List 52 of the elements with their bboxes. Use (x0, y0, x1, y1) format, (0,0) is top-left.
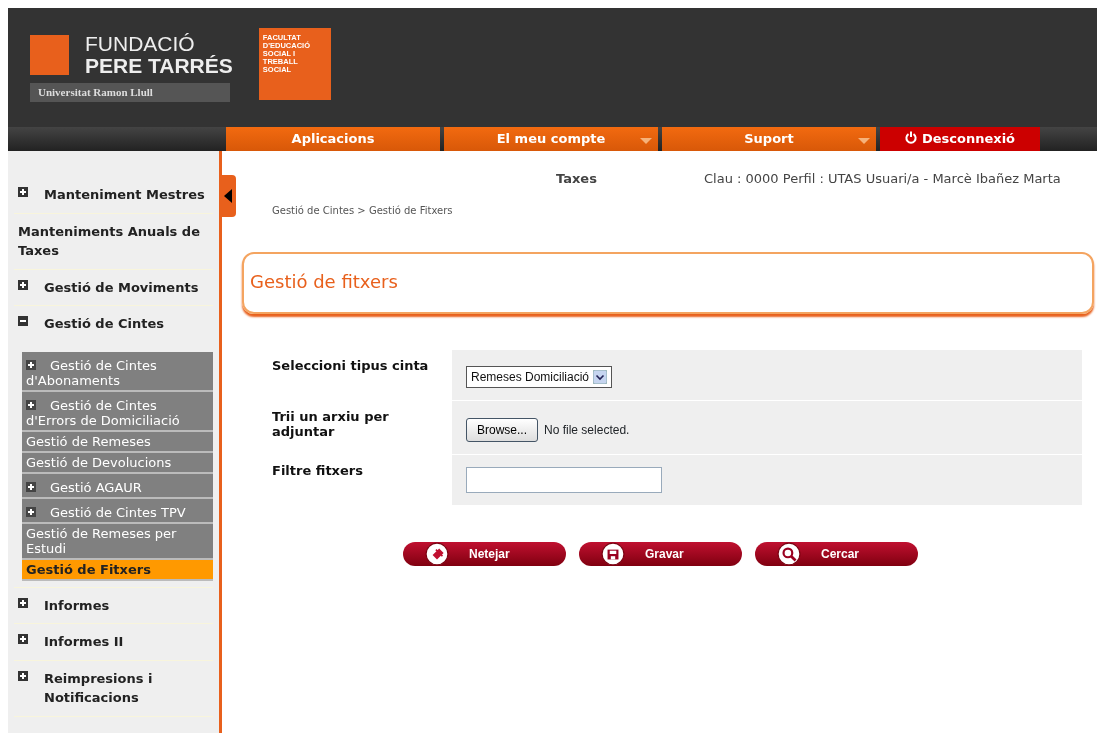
sidebar-item[interactable]: Reimpresions i Notificacions (44, 668, 209, 708)
page-title: Taxes (556, 170, 598, 188)
sidebar-item[interactable]: Manteniment Mestres (44, 185, 205, 205)
section-title: Gestió de fitxers (242, 251, 1094, 314)
eraser-icon (425, 541, 449, 566)
sidebar-toggle[interactable] (222, 175, 236, 217)
select-field[interactable]: Remeses Domiciliació (466, 365, 613, 388)
logo-text: PERE TARRÉS (85, 55, 233, 78)
expand-icon[interactable] (18, 670, 28, 681)
submenu-item[interactable]: Gestió de Remeses (22, 431, 213, 453)
field-label: Filtre fitxers (272, 461, 364, 480)
field-label: Trii un arxiu per adjuntar (272, 407, 390, 441)
action-button[interactable]: Netejar (403, 541, 566, 566)
sidebar-item[interactable]: Gestió de Cintes (44, 314, 165, 334)
caret-icon (858, 138, 870, 144)
logo-square-icon (30, 35, 69, 76)
filter-field[interactable] (466, 466, 662, 493)
expand-icon[interactable] (18, 597, 28, 608)
logo-subtitle: Universitat Ramon Llull (30, 83, 230, 102)
expand-icon (26, 399, 36, 410)
expand-icon[interactable] (18, 634, 28, 644)
expand-icon (26, 481, 36, 492)
action-button[interactable]: Cercar (755, 541, 918, 566)
field-label: Seleccioni tipus cinta (272, 356, 430, 375)
sidebar-item[interactable]: Manteniments Anuals de Taxes (14, 213, 213, 270)
action-button[interactable]: Gravar (579, 541, 742, 566)
triangle-icon (224, 189, 232, 203)
expand-icon[interactable] (18, 187, 28, 197)
logo-text: FUNDACIÓ (85, 33, 195, 56)
logout-button[interactable]: Desconnexió (880, 127, 1040, 151)
sidebar-item[interactable]: Informes (44, 595, 110, 615)
expand-icon[interactable] (18, 279, 28, 290)
user-info: Clau : 0000 Perfil : UTAS Usuari/a - Marcè Ibañez Marta (704, 170, 1061, 188)
expand-icon (26, 359, 36, 370)
breadcrumb: Gestió de Cintes > Gestió de Fitxers (272, 203, 454, 218)
submenu-item[interactable]: Gestió de Fitxers (22, 559, 213, 581)
search-icon (777, 541, 801, 566)
expand-icon (26, 506, 36, 517)
submenu-item[interactable]: Gestió de Cintes d'Abonaments (22, 351, 213, 392)
browse-button[interactable]: Browse... (466, 417, 538, 442)
power-icon (904, 131, 917, 145)
collapse-icon[interactable] (18, 316, 28, 326)
sidebar-item[interactable]: Gestió de Moviments (44, 277, 199, 297)
dropdown-arrow-icon[interactable] (593, 369, 608, 384)
caret-icon (640, 138, 652, 144)
submenu-item[interactable]: Gestió de Cintes d'Errors de Domiciliació (22, 391, 213, 432)
submenu-item[interactable]: Gestió de Devolucions (22, 452, 213, 474)
submenu-item[interactable]: Gestió de Cintes TPV (22, 498, 213, 524)
sidebar-item[interactable]: Informes II (44, 632, 124, 652)
save-icon (601, 541, 625, 566)
file-status: No file selected. (544, 422, 630, 437)
submenu-item[interactable]: Gestió AGAUR (22, 473, 213, 499)
